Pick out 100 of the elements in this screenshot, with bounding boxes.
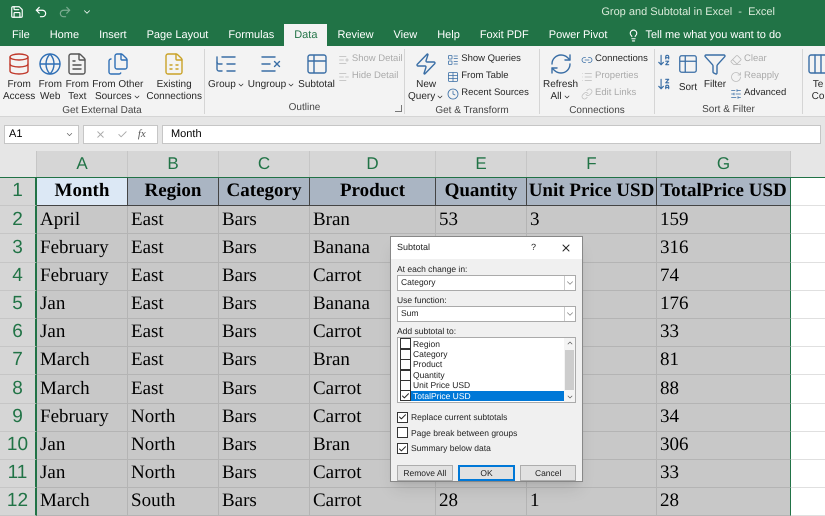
ribbon-button[interactable]: Show Queries bbox=[446, 51, 530, 68]
table-cell: March bbox=[37, 375, 128, 404]
ribbon-button[interactable]: Sort bbox=[675, 53, 701, 95]
header-cell: Category bbox=[219, 178, 310, 206]
row-header[interactable]: 11 bbox=[0, 460, 37, 488]
help-button[interactable]: ? bbox=[530, 241, 536, 255]
row-header[interactable]: 3 bbox=[0, 234, 37, 263]
ribbon-tab[interactable]: Insert bbox=[89, 24, 137, 46]
ribbon-button[interactable]: Advanced bbox=[729, 85, 788, 102]
table-cell: Bars bbox=[219, 375, 310, 404]
dialog-button[interactable]: Remove All bbox=[397, 465, 453, 481]
table-cell: East bbox=[128, 375, 219, 404]
table-cell: March bbox=[37, 488, 128, 516]
table-cell: 316 bbox=[657, 234, 791, 263]
table-cell: Jan bbox=[37, 432, 128, 460]
table-cell: East bbox=[128, 290, 219, 319]
ribbon-button[interactable]: From Table bbox=[446, 68, 530, 85]
ribbon-tab[interactable]: View bbox=[384, 24, 428, 46]
table-cell: Bars bbox=[219, 318, 310, 348]
ribbon-button[interactable]: From Access bbox=[2, 49, 36, 103]
ribbon-tab[interactable]: Review bbox=[327, 24, 384, 46]
ribbon-button[interactable]: Subtotal bbox=[297, 49, 336, 100]
category-dropdown[interactable]: Category bbox=[397, 274, 576, 291]
table-cell: 33 bbox=[657, 318, 791, 348]
ribbon-button[interactable]: Ungroup bbox=[246, 49, 296, 100]
column-header[interactable]: E bbox=[436, 151, 527, 177]
row-header[interactable]: 8 bbox=[0, 375, 37, 404]
dialog-title: Subtotal bbox=[397, 241, 430, 254]
group-label: Connections bbox=[569, 104, 625, 114]
table-cell: North bbox=[128, 404, 219, 432]
row-header[interactable]: 10 bbox=[0, 432, 37, 460]
insert-function-button[interactable]: fx bbox=[138, 126, 146, 142]
header-cell: Unit Price USD bbox=[527, 178, 657, 206]
table-cell: Jan bbox=[37, 290, 128, 319]
row-header[interactable]: 7 bbox=[0, 347, 37, 376]
ribbon-button[interactable]: Filter bbox=[702, 49, 728, 102]
table-cell: East bbox=[128, 262, 219, 291]
ribbon-tab[interactable]: Formulas bbox=[218, 24, 284, 46]
row-header[interactable]: 6 bbox=[0, 318, 37, 348]
header-cell: Quantity bbox=[436, 178, 527, 206]
row-header[interactable]: 2 bbox=[0, 206, 37, 234]
table-cell: Bars bbox=[219, 234, 310, 263]
column-header[interactable]: D bbox=[310, 151, 436, 177]
ribbon-button[interactable]: Existing Connections bbox=[145, 49, 203, 103]
column-header[interactable]: F bbox=[527, 151, 657, 177]
table-cell: Jan bbox=[37, 318, 128, 348]
table-cell: Carrot bbox=[310, 488, 436, 516]
ribbon-tab[interactable]: Page Layout bbox=[136, 24, 218, 46]
column-header[interactable]: G bbox=[657, 151, 791, 177]
column-header[interactable]: A bbox=[37, 151, 128, 177]
table-cell: 53 bbox=[436, 206, 527, 234]
dialog-button[interactable]: OK bbox=[458, 465, 516, 481]
row-header[interactable]: 4 bbox=[0, 262, 37, 291]
row-header[interactable]: 1 bbox=[0, 178, 37, 206]
table-cell: 1 bbox=[527, 488, 657, 516]
column-header[interactable]: C bbox=[219, 151, 310, 177]
formula-field[interactable]: Month bbox=[162, 124, 821, 144]
ribbon-button[interactable]: From Web bbox=[37, 49, 64, 103]
table-cell: North bbox=[128, 460, 219, 488]
ribbon-button[interactable]: Recent Sources bbox=[446, 85, 530, 102]
table-cell: Bars bbox=[219, 347, 310, 376]
table-cell: Bran bbox=[310, 206, 436, 234]
table-cell: March bbox=[37, 347, 128, 376]
table-cell: February bbox=[37, 404, 128, 432]
ribbon-button[interactable]: From Text bbox=[64, 49, 90, 103]
row-header[interactable]: 5 bbox=[0, 290, 37, 319]
table-cell: April bbox=[37, 206, 128, 234]
group-label: Get & Transform bbox=[435, 104, 509, 114]
ribbon-tab[interactable]: Home bbox=[40, 24, 90, 46]
ribbon-button[interactable]: Refresh All bbox=[542, 49, 580, 103]
row-header[interactable]: 9 bbox=[0, 404, 37, 432]
header-cell: TotalPrice USD bbox=[657, 178, 791, 206]
dialog-button[interactable]: Cancel bbox=[520, 465, 576, 481]
list-item[interactable]: TotalPrice USD bbox=[400, 390, 564, 402]
table-cell: Jan bbox=[37, 460, 128, 488]
ribbon-button[interactable]: Connections bbox=[580, 51, 649, 68]
table-cell: 33 bbox=[657, 460, 791, 488]
group-label: Outline bbox=[288, 100, 320, 114]
ribbon-tab[interactable]: Help bbox=[427, 24, 470, 46]
ribbon-button[interactable]: New Query bbox=[407, 49, 446, 103]
ribbon-button[interactable]: From Other Sources bbox=[91, 49, 144, 103]
tell-me-field[interactable]: Tell me what you want to do bbox=[645, 26, 782, 44]
function-dropdown[interactable]: Sum bbox=[397, 306, 576, 322]
table-cell: Bars bbox=[219, 404, 310, 432]
header-cell: Region bbox=[128, 178, 219, 206]
ribbon-tab[interactable]: Power Pivot bbox=[538, 24, 618, 46]
table-cell: East bbox=[128, 206, 219, 234]
column-header[interactable]: B bbox=[128, 151, 219, 177]
ribbon-button[interactable]: Group bbox=[207, 49, 246, 100]
group-label: Get External Data bbox=[62, 104, 142, 114]
row-header[interactable]: 12 bbox=[0, 488, 37, 516]
table-cell: 74 bbox=[657, 262, 791, 291]
ribbon-button[interactable]: Te Co bbox=[805, 49, 825, 103]
ribbon-tab[interactable]: File bbox=[2, 24, 40, 46]
table-cell: 88 bbox=[657, 375, 791, 404]
ribbon-tab[interactable]: Foxit PDF bbox=[470, 24, 539, 46]
ribbon-tab[interactable]: Data bbox=[284, 24, 328, 46]
table-cell: East bbox=[128, 234, 219, 263]
table-cell: 3 bbox=[527, 206, 657, 234]
name-box[interactable]: A1 bbox=[4, 124, 79, 144]
